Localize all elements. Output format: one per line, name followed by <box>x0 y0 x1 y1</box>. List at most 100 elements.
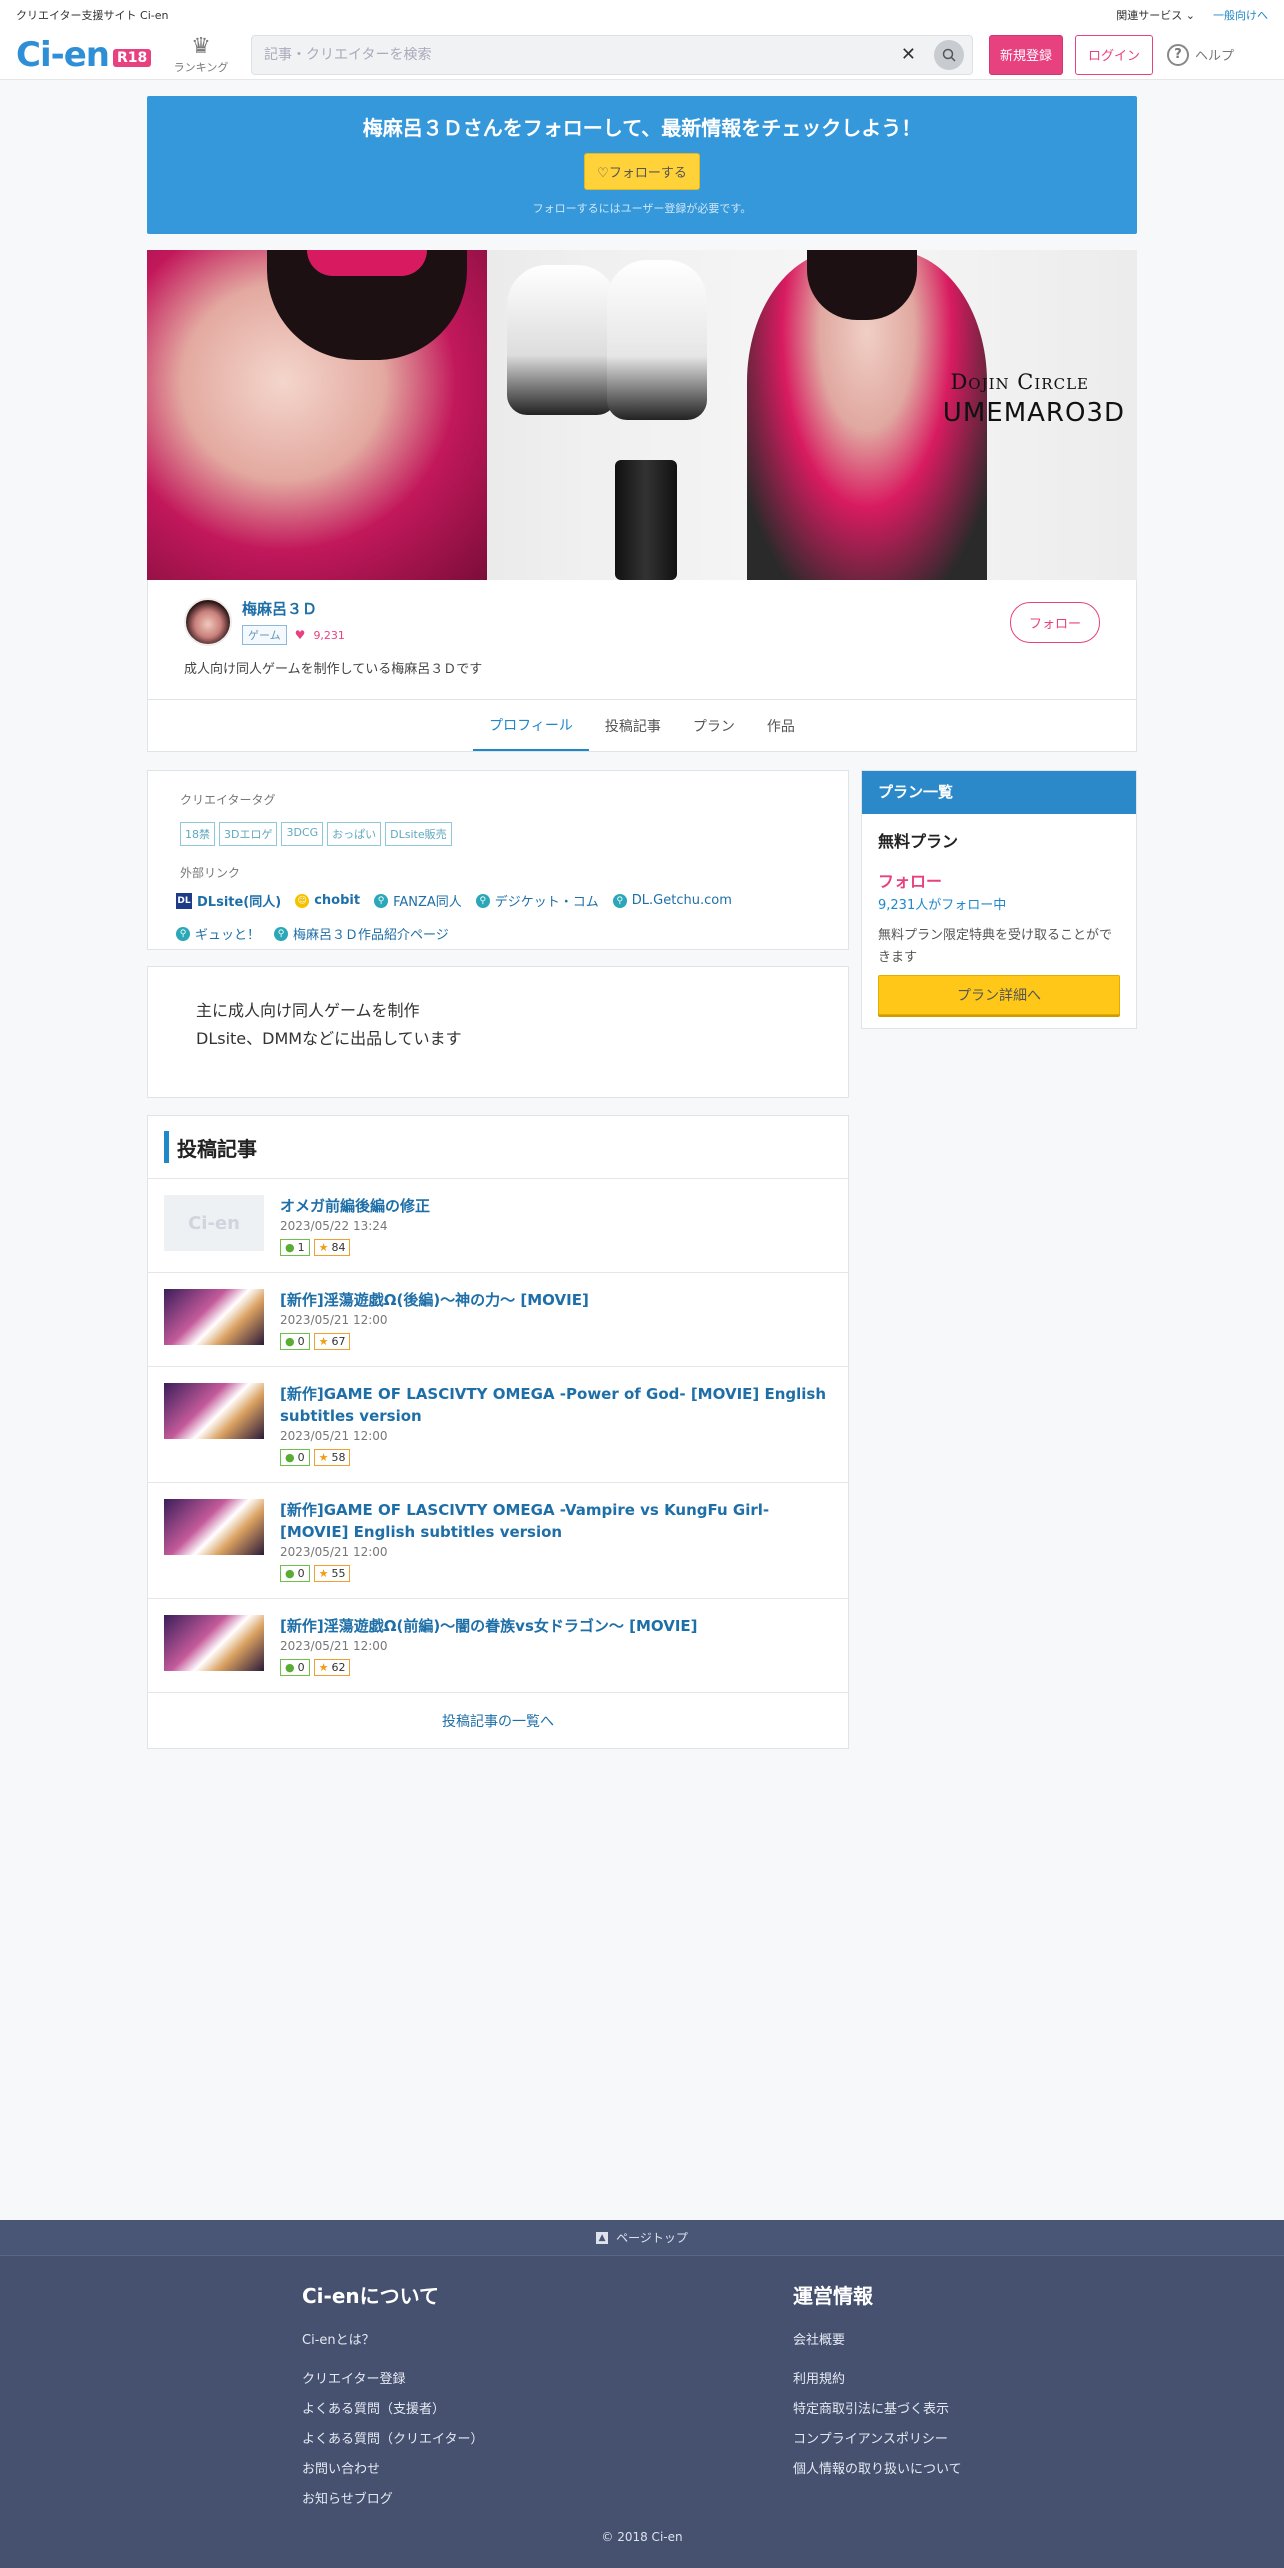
follow-banner-button[interactable]: ♡フォローする <box>584 153 700 190</box>
r18-badge: R18 <box>112 48 152 67</box>
footer-link[interactable]: コンプライアンスポリシー <box>793 2428 1284 2447</box>
footer-link[interactable]: よくある質問（クリエイター） <box>302 2428 793 2447</box>
help-icon: ? <box>1167 43 1190 66</box>
like-count: ★ 67 <box>313 1333 351 1350</box>
post-title[interactable]: [新作]GAME OF LASCIVTY OMEGA -Vampire vs K… <box>280 1499 832 1543</box>
chevron-down-icon: ⌄ <box>1185 9 1195 22</box>
plan-detail-button[interactable]: プラン詳細へ <box>878 975 1120 1015</box>
clear-icon[interactable]: ✕ <box>901 44 916 65</box>
link-digiket[interactable]: ⚲ デジケット・コム <box>475 891 599 910</box>
chobit-icon: ☺ <box>295 893 310 908</box>
link-dlsite[interactable]: DL DLsite(同人) <box>176 891 281 910</box>
plan-follow-label: フォロー <box>878 872 943 891</box>
tab-works[interactable]: 作品 <box>751 700 811 751</box>
comment-count: ● 0 <box>280 1565 310 1582</box>
creator-tags-box: クリエイタータグ 18禁 3Dエロゲ 3DCG おっぱい DLsite販売 外部… <box>147 770 849 950</box>
tag-item[interactable]: DLsite販売 <box>385 822 452 846</box>
scooter-left <box>507 265 617 415</box>
follow-button[interactable]: フォロー <box>1009 602 1100 643</box>
follower-count: 9,231 <box>313 628 345 642</box>
comment-icon: ● <box>285 1661 295 1674</box>
post-title[interactable]: [新作]淫蕩遊戯Ω(前編)～闇の眷族vs女ドラゴン～ [MOVIE] <box>280 1615 698 1637</box>
footer-link[interactable]: よくある質問（支援者） <box>302 2398 793 2417</box>
search-input[interactable] <box>264 46 901 63</box>
post-thumbnail[interactable]: Ci-en <box>164 1195 264 1251</box>
genre-badge[interactable]: ゲーム <box>242 625 287 645</box>
star-icon: ★ <box>318 1567 329 1580</box>
plan-follow-count: 9,231人がフォロー中 <box>878 898 1007 913</box>
post-thumbnail[interactable] <box>164 1499 264 1555</box>
post-item[interactable]: [新作]GAME OF LASCIVTY OMEGA -Power of God… <box>148 1367 848 1483</box>
creator-tabs: プロフィール 投稿記事 プラン 作品 <box>147 700 1137 752</box>
tab-plans[interactable]: プラン <box>677 700 751 751</box>
plan-description: 無料プラン限定特典を受け取ることができます <box>878 928 1113 965</box>
link-works-page[interactable]: ⚲ 梅麻呂３Ｄ作品紹介ページ <box>274 924 449 943</box>
tab-posts[interactable]: 投稿記事 <box>589 700 677 751</box>
tag-list: 18禁 3Dエロゲ 3DCG おっぱい DLsite販売 <box>180 822 816 846</box>
post-date: 2023/05/21 12:00 <box>280 1545 388 1559</box>
tag-item[interactable]: おっぱい <box>327 822 382 846</box>
post-item[interactable]: [新作]GAME OF LASCIVTY OMEGA -Vampire vs K… <box>148 1483 848 1599</box>
drink-can <box>615 460 677 580</box>
footer-link[interactable]: お問い合わせ <box>302 2458 793 2477</box>
site-footer: ▲ ページトップ Ci-enについて Ci-enとは？ クリエイター登録 よくあ… <box>0 2220 1284 2568</box>
follow-banner: 梅麻呂３Ｄさんをフォローして、最新情報をチェックしよう！ ♡フォローする フォロ… <box>147 96 1137 234</box>
like-count: ★ 55 <box>313 1565 351 1582</box>
like-count: ★ 62 <box>313 1659 351 1676</box>
page-top-link[interactable]: ▲ ページトップ <box>0 2220 1284 2256</box>
top-bar: クリエイター支援サイト Ci-en 関連サービス ⌄ 一般向けへ <box>0 0 1284 30</box>
footer-link[interactable]: お知らせブログ <box>302 2488 793 2507</box>
link-icon: ⚲ <box>475 893 490 908</box>
comment-icon: ● <box>285 1335 295 1348</box>
footer-ops-heading: 運営情報 <box>793 2284 873 2308</box>
post-item[interactable]: Ci-en オメガ前編後編の修正 2023/05/22 13:24 ● 1 ★ 84 <box>148 1179 848 1273</box>
footer-about: Ci-enについて Ci-enとは？ クリエイター登録 よくある質問（支援者） … <box>302 2280 793 2518</box>
post-thumbnail[interactable] <box>164 1615 264 1671</box>
footer-link[interactable]: クリエイター登録 <box>302 2368 793 2387</box>
creator-intro: 主に成人向け同人ゲームを制作 DLsite、DMMなどに出品しています <box>147 966 849 1098</box>
post-thumbnail[interactable] <box>164 1289 264 1345</box>
post-item[interactable]: [新作]淫蕩遊戯Ω(前編)～闇の眷族vs女ドラゴン～ [MOVIE] 2023/… <box>148 1599 848 1693</box>
footer-link[interactable]: 会社概要 <box>793 2329 1284 2348</box>
general-site-link[interactable]: 一般向けへ <box>1213 7 1268 23</box>
related-services-menu[interactable]: 関連サービス ⌄ <box>1116 7 1195 23</box>
post-title[interactable]: [新作]GAME OF LASCIVTY OMEGA -Power of God… <box>280 1383 832 1427</box>
post-title[interactable]: [新作]淫蕩遊戯Ω(後編)～神の力～ [MOVIE] <box>280 1289 589 1311</box>
circle-title: Dojin Circle UMEMARO3D <box>942 370 1125 428</box>
help-link[interactable]: ? ヘルプ <box>1167 43 1234 66</box>
link-gyutto[interactable]: ⚲ ギュッと！ <box>176 924 260 943</box>
all-posts-link[interactable]: 投稿記事の一覧へ <box>148 1693 848 1748</box>
site-logo[interactable]: Ci-en R18 <box>16 35 161 75</box>
post-item[interactable]: [新作]淫蕩遊戯Ω(後編)～神の力～ [MOVIE] 2023/05/21 12… <box>148 1273 848 1367</box>
arrow-up-icon: ▲ <box>596 2231 609 2244</box>
comment-count: ● 0 <box>280 1449 310 1466</box>
tag-item[interactable]: 3DCG <box>281 822 324 846</box>
creator-name[interactable]: 梅麻呂３Ｄ <box>242 598 345 619</box>
register-button[interactable]: 新規登録 <box>989 34 1064 75</box>
post-thumbnail[interactable] <box>164 1383 264 1439</box>
tag-item[interactable]: 3Dエロゲ <box>219 822 278 846</box>
creator-card: 梅麻呂３Ｄ ゲーム ♥ 9,231 成人向け同人ゲームを制作している梅麻呂３Ｄで… <box>147 580 1137 700</box>
link-chobit[interactable]: ☺ chobit <box>295 891 360 910</box>
footer-link[interactable]: 個人情報の取り扱いについて <box>793 2458 1284 2477</box>
footer-link[interactable]: Ci-enとは？ <box>302 2329 793 2348</box>
avatar[interactable] <box>184 598 232 646</box>
link-fanza[interactable]: ⚲ FANZA同人 <box>374 891 462 910</box>
comment-icon: ● <box>285 1451 295 1464</box>
posts-section: 投稿記事 Ci-en オメガ前編後編の修正 2023/05/22 13:24 ●… <box>147 1115 849 1749</box>
site-header: Ci-en R18 ♛ ランキング ✕ 新規登録 ログイン ? ヘルプ <box>0 30 1284 80</box>
tag-item[interactable]: 18禁 <box>180 822 215 846</box>
post-title[interactable]: オメガ前編後編の修正 <box>280 1195 430 1217</box>
star-icon: ★ <box>318 1661 329 1674</box>
footer-link[interactable]: 利用規約 <box>793 2368 1284 2387</box>
search-button[interactable] <box>934 39 964 70</box>
tab-profile[interactable]: プロフィール <box>473 700 589 751</box>
footer-ops: 運営情報 会社概要 利用規約 特定商取引法に基づく表示 コンプライアンスポリシー… <box>793 2280 1284 2518</box>
login-button[interactable]: ログイン <box>1075 34 1154 75</box>
posts-heading: 投稿記事 <box>177 1136 257 1161</box>
link-icon: ⚲ <box>612 893 627 908</box>
link-getchu[interactable]: ⚲ DL.Getchu.com <box>612 891 732 910</box>
footer-link[interactable]: 特定商取引法に基づく表示 <box>793 2398 1284 2417</box>
intro-line: 主に成人向け同人ゲームを制作 <box>196 1001 420 1020</box>
ranking-link[interactable]: ♛ ランキング <box>161 34 241 75</box>
